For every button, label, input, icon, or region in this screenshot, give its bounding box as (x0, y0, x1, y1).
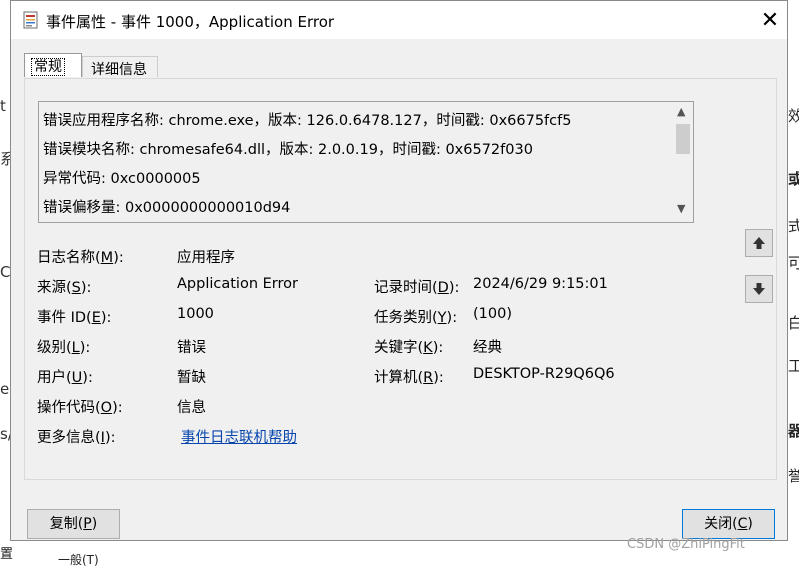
keywords-label: 关键字(K): (374, 340, 444, 356)
background-text: 置 (0, 547, 14, 562)
user-label: 用户(U): (37, 370, 93, 386)
background-text: t (0, 97, 6, 115)
previous-event-button[interactable] (745, 229, 773, 257)
background-left-strip (0, 0, 10, 564)
logged-value: 2024/6/29 9:15:01 (473, 276, 608, 292)
opcode-label: 操作代码(O): (37, 400, 123, 416)
background-text: e (0, 380, 10, 398)
log-name-label: 日志名称(M): (37, 250, 124, 266)
scroll-down-icon[interactable]: ▼ (677, 202, 685, 215)
tab-label: 常规 (31, 58, 65, 76)
background-text: 或 (788, 170, 799, 188)
tab-general[interactable]: 常规 (24, 53, 82, 77)
background-text: 可 (788, 254, 799, 272)
background-text: C (0, 263, 11, 281)
event-properties-dialog: 事件属性 - 事件 1000，Application Error ✕ 常规 详细… (10, 0, 788, 541)
opcode-value: 信息 (177, 400, 206, 416)
scroll-thumb[interactable] (676, 124, 690, 154)
description-line: 错误模块名称: chromesafe64.dll，版本: 2.0.0.19，时间… (43, 142, 533, 158)
event-id-value: 1000 (177, 306, 214, 322)
close-icon: ✕ (760, 8, 780, 33)
background-text: 一般(T) (58, 553, 99, 567)
computer-value: DESKTOP-R29Q6Q6 (473, 366, 615, 382)
keywords-value: 经典 (473, 340, 502, 356)
event-viewer-icon (23, 11, 38, 29)
more-info-label: 更多信息(I): (37, 430, 116, 446)
watermark-text: CSDN @ZhiPingFit (627, 537, 745, 552)
task-category-value: (100) (473, 306, 512, 322)
description-line: 错误应用程序名称: chrome.exe，版本: 126.0.6478.127，… (43, 113, 572, 129)
level-label: 级别(L): (37, 340, 91, 356)
event-description-box[interactable]: 错误应用程序名称: chrome.exe，版本: 126.0.6478.127，… (38, 101, 694, 223)
copy-button[interactable]: 复制(P) (27, 509, 120, 539)
arrow-down-icon (753, 283, 765, 295)
scroll-up-icon[interactable]: ▲ (677, 105, 685, 118)
window-title: 事件属性 - 事件 1000，Application Error (46, 13, 335, 31)
log-name-value: 应用程序 (177, 250, 235, 266)
tab-details[interactable]: 详细信息 (82, 56, 158, 78)
event-id-label: 事件 ID(E): (37, 310, 112, 326)
arrow-up-icon (753, 237, 765, 249)
tab-label: 详细信息 (91, 62, 147, 78)
close-window-button[interactable]: ✕ (753, 7, 787, 35)
background-text: 誉 (788, 467, 799, 485)
task-category-label: 任务类别(Y): (374, 310, 458, 326)
description-line: 错误偏移量: 0x0000000000010d94 (43, 200, 291, 216)
logged-label: 记录时间(D): (374, 280, 460, 296)
user-value: 暂缺 (177, 370, 206, 386)
close-button[interactable]: 关闭(C) (682, 509, 775, 539)
title-bar: 事件属性 - 事件 1000，Application Error ✕ (11, 1, 787, 39)
description-line: 异常代码: 0xc0000005 (43, 171, 201, 187)
computer-label: 计算机(R): (374, 370, 444, 386)
level-value: 错误 (177, 340, 206, 356)
background-text: 工 (788, 357, 799, 375)
background-text: 效 (788, 107, 799, 125)
background-text: 式 (788, 217, 799, 235)
next-event-button[interactable] (745, 275, 773, 303)
background-text: 器 (788, 422, 799, 440)
background-text: 白 (788, 314, 799, 332)
event-log-online-help-link[interactable]: 事件日志联机帮助 (181, 426, 297, 447)
description-scrollbar[interactable]: ▲ ▼ (673, 102, 693, 222)
source-label: 来源(S): (37, 280, 92, 296)
source-value: Application Error (177, 276, 298, 292)
